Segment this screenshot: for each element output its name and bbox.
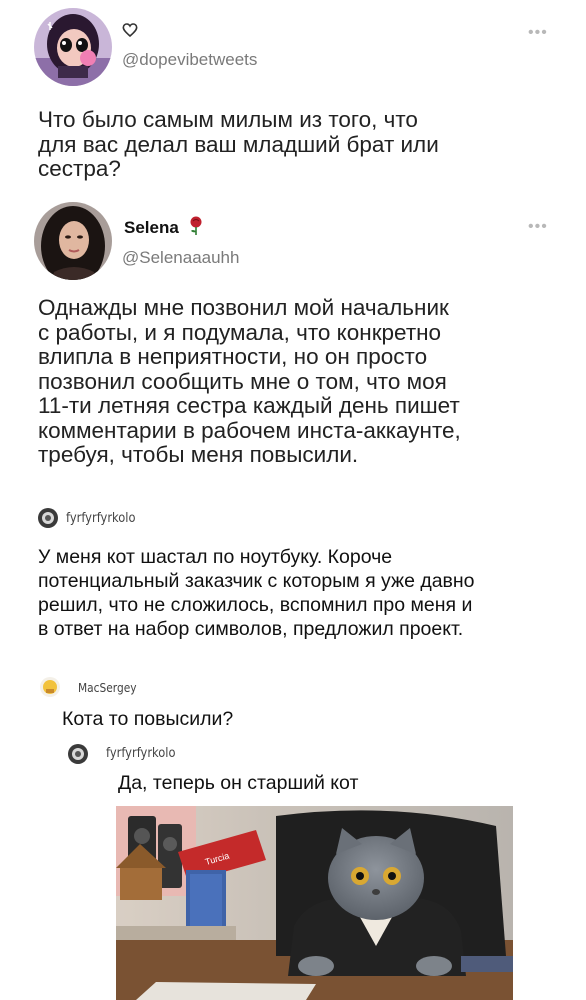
tweet1-text: Что было самым милым из того, что для ва…	[38, 107, 558, 182]
tweet2-text-line: Однажды мне позвонил мой начальник	[38, 295, 449, 320]
tweet2-handle[interactable]: @Selenaaauhh	[122, 248, 239, 268]
comment2-username[interactable]: MacSergey	[78, 680, 137, 695]
cat-in-suit-photo[interactable]: Turcia	[116, 806, 513, 1000]
comment3-text: Да, теперь он старший кот	[118, 771, 358, 795]
comment1-text: У меня кот шастал по ноутбуку. Короче по…	[38, 545, 573, 641]
tweet1-text-line: для вас делал ваш младший брат или	[38, 131, 439, 157]
cartoon-girl-avatar-image	[34, 8, 112, 86]
comment1-text-line: решил, что не сложилось, вспомнил про ме…	[38, 594, 473, 616]
dopevibetweets-avatar[interactable]	[34, 8, 112, 86]
comment3-username[interactable]: fyrfyrfyrkolo	[106, 745, 176, 761]
tweet2-text-line: с работы, и я подумала, что конкретно	[38, 319, 442, 345]
comment2-text-line: Кота то повысили?	[62, 708, 234, 730]
tweet2-text-line: требуя, чтобы меня повысили.	[38, 442, 359, 467]
tweet2-name[interactable]: Selena	[124, 216, 204, 241]
fyrfyrfyrkolo-avatar[interactable]	[38, 508, 58, 528]
tweet1-text-line: Что было самым милым из того, что	[38, 107, 418, 132]
tweet2-text: Однажды мне позвонил мой начальник с раб…	[38, 295, 568, 468]
cat-photo-image: Turcia	[116, 806, 513, 1000]
tweet1-more-options-icon[interactable]: •••	[528, 25, 548, 41]
tweet1-text-line: сестра?	[38, 156, 121, 181]
fyrfyrfyrkolo-reply-avatar[interactable]	[68, 744, 88, 764]
tweet1-handle[interactable]: @dopevibetweets	[122, 50, 257, 70]
tweet2-more-options-icon[interactable]: •••	[528, 219, 548, 235]
tweet2-name-text: Selena	[124, 217, 179, 237]
comment1-username[interactable]: fyrfyrfyrkolo	[66, 510, 136, 526]
selena-photo-avatar-image	[34, 202, 112, 280]
selena-avatar[interactable]	[34, 202, 112, 280]
comment1-text-line: в ответ на набор символов, предложил про…	[38, 618, 464, 640]
rose-emoji-icon	[188, 216, 204, 241]
tweet2-text-line: позвонил сообщить мне о том, что моя	[38, 368, 447, 394]
comment2-text: Кота то повысили?	[62, 707, 233, 731]
tweet2-text-line: комментарии в рабочем инста-аккаунте,	[38, 417, 461, 443]
comment1-text-line: У меня кот шастал по ноутбуку. Короче	[38, 546, 393, 568]
comment3-text-line: Да, теперь он старший кот	[118, 772, 359, 794]
heart-outline-icon[interactable]	[122, 22, 138, 38]
comment1-text-line: потенциальный заказчик с которым я уже д…	[38, 570, 475, 592]
tweet2-text-line: влипла в неприятности, но он просто	[38, 344, 428, 369]
tweet2-text-line: 11-ти летняя сестра каждый день пишет	[38, 393, 460, 418]
macsergey-avatar[interactable]	[40, 677, 60, 697]
